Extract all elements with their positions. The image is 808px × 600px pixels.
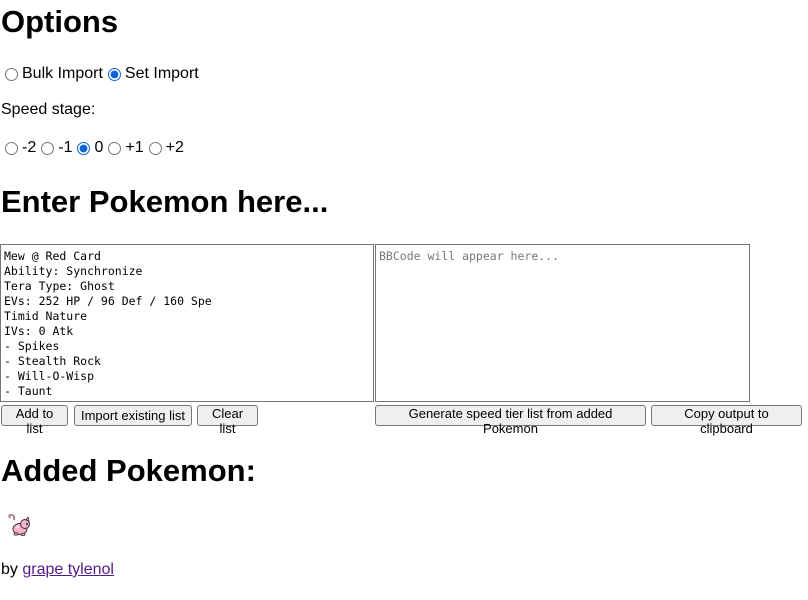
radio-speed-plus-2[interactable]: +2 bbox=[148, 139, 184, 157]
copy-output-button[interactable]: Copy output to clipboard bbox=[651, 405, 802, 436]
credit-prefix: by bbox=[1, 561, 18, 578]
radio-set-import-input[interactable] bbox=[107, 67, 121, 81]
import-mode-group: Bulk Import Set Import bbox=[4, 64, 203, 84]
radio-speed-plus-1[interactable]: +1 bbox=[107, 139, 144, 157]
enter-pokemon-title: Enter Pokemon here... bbox=[1, 184, 329, 219]
added-pokemon-title: Added Pokemon: bbox=[1, 453, 256, 488]
radio-speed-minus-2[interactable]: -2 bbox=[4, 139, 36, 157]
radio-speed-0-label: 0 bbox=[94, 139, 104, 156]
credit-line: by grape tylenol bbox=[1, 561, 114, 579]
radio-speed-plus-2-input[interactable] bbox=[148, 141, 162, 155]
radio-speed-plus-1-label: +1 bbox=[125, 139, 144, 156]
radio-set-import-label: Set Import bbox=[124, 65, 199, 82]
options-title: Options bbox=[1, 4, 119, 39]
speed-stage-label: Speed stage: bbox=[1, 101, 96, 118]
radio-bulk-import-input[interactable] bbox=[5, 67, 18, 81]
radio-speed-minus-2-input[interactable] bbox=[5, 141, 18, 155]
radio-speed-0-input[interactable] bbox=[77, 141, 91, 155]
radio-speed-minus-1-label: -1 bbox=[58, 139, 73, 156]
radio-set-import[interactable]: Set Import bbox=[107, 65, 199, 83]
pokemon-input-textarea[interactable] bbox=[0, 244, 374, 402]
radio-speed-minus-1[interactable]: -1 bbox=[40, 139, 72, 157]
radio-bulk-import[interactable]: Bulk Import bbox=[4, 65, 103, 83]
generate-speed-tier-button[interactable]: Generate speed tier list from added Poke… bbox=[375, 405, 646, 436]
author-link[interactable]: grape tylenol bbox=[22, 561, 114, 578]
radio-speed-plus-1-input[interactable] bbox=[108, 141, 122, 155]
radio-bulk-import-label: Bulk Import bbox=[22, 65, 103, 82]
speed-stage-group: -2 -1 0 +1 +2 bbox=[4, 138, 188, 158]
mew-sprite-icon[interactable] bbox=[6, 512, 34, 540]
bbcode-output-textarea[interactable] bbox=[375, 244, 750, 402]
clear-list-button[interactable]: Clear list bbox=[197, 405, 258, 436]
radio-speed-minus-1-input[interactable] bbox=[41, 141, 55, 155]
radio-speed-0[interactable]: 0 bbox=[76, 139, 103, 157]
add-to-list-button[interactable]: Add to list bbox=[1, 405, 68, 436]
import-existing-list-button[interactable]: Import existing list bbox=[74, 405, 192, 426]
radio-speed-plus-2-label: +2 bbox=[165, 139, 184, 156]
radio-speed-minus-2-label: -2 bbox=[22, 139, 37, 156]
